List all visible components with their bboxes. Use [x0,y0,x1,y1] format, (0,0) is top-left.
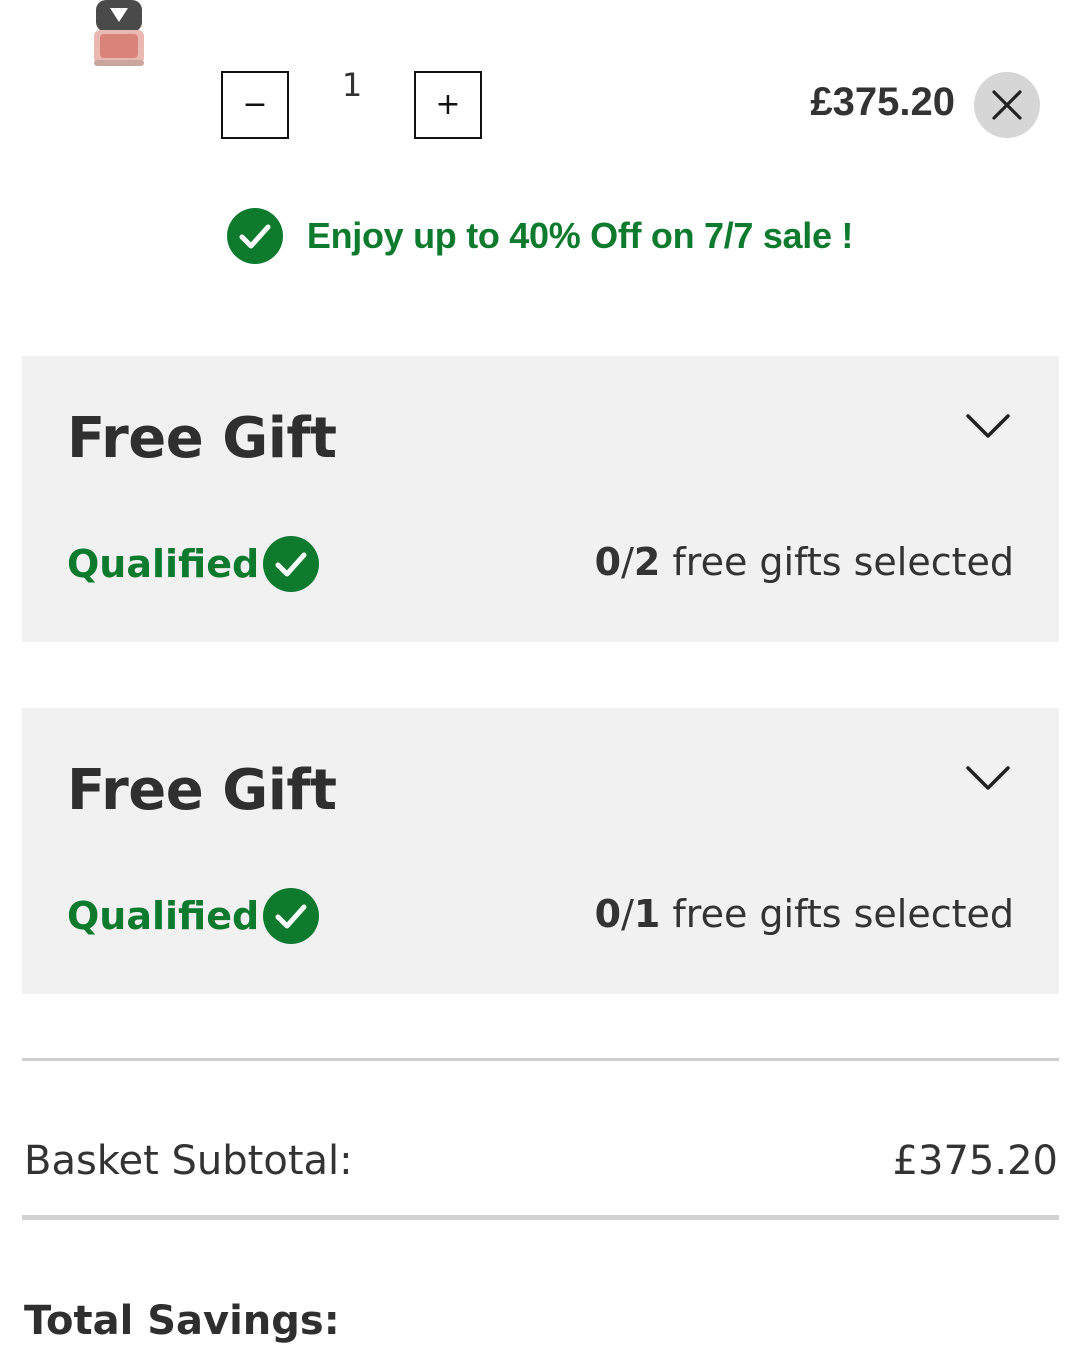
promo-message: Enjoy up to 40% Off on 7/7 sale ! [0,208,1080,264]
plus-icon: + [435,87,461,122]
increase-quantity-button[interactable]: + [414,71,482,139]
check-circle-icon [226,208,283,264]
check-circle-icon [263,536,320,592]
gift-selection-count: 0/1 free gifts selected [594,892,1014,936]
divider [22,1058,1059,1061]
free-gift-panel[interactable]: Free Gift Qualified 0/1 free gifts selec… [22,708,1059,994]
gift-total-count: 2 [633,540,661,584]
free-gift-title: Free Gift [67,758,337,823]
free-gift-title: Free Gift [67,406,337,471]
gift-count-suffix: free gifts selected [672,540,1014,584]
qualified-label: Qualified [67,542,260,586]
gift-selected-count: 0 [594,892,622,936]
product-thumbnail[interactable] [88,0,150,70]
gift-count-suffix: free gifts selected [672,892,1014,936]
promo-text: Enjoy up to 40% Off on 7/7 sale ! [306,215,854,256]
remove-item-button[interactable] [974,72,1040,138]
minus-icon: − [242,87,268,122]
chevron-down-icon[interactable] [962,408,1014,444]
check-circle-icon [263,888,320,944]
decrease-quantity-button[interactable]: − [221,71,289,139]
qualified-label: Qualified [67,894,260,938]
gift-selected-count: 0 [594,540,622,584]
line-item-price: £375.20 [810,80,955,124]
free-gift-panel[interactable]: Free Gift Qualified 0/2 free gifts selec… [22,356,1059,642]
divider [22,1215,1059,1220]
quantity-value: 1 [341,66,363,104]
chevron-down-icon[interactable] [962,760,1014,796]
gift-selection-count: 0/2 free gifts selected [594,540,1014,584]
qualified-status: Qualified [67,888,320,944]
total-savings-label: Total Savings: [24,1298,340,1344]
close-icon [992,90,1022,120]
basket-subtotal-label: Basket Subtotal: [24,1138,353,1184]
qualified-status: Qualified [67,536,320,592]
basket-subtotal-value: £375.20 [892,1138,1058,1184]
gift-total-count: 1 [633,892,661,936]
